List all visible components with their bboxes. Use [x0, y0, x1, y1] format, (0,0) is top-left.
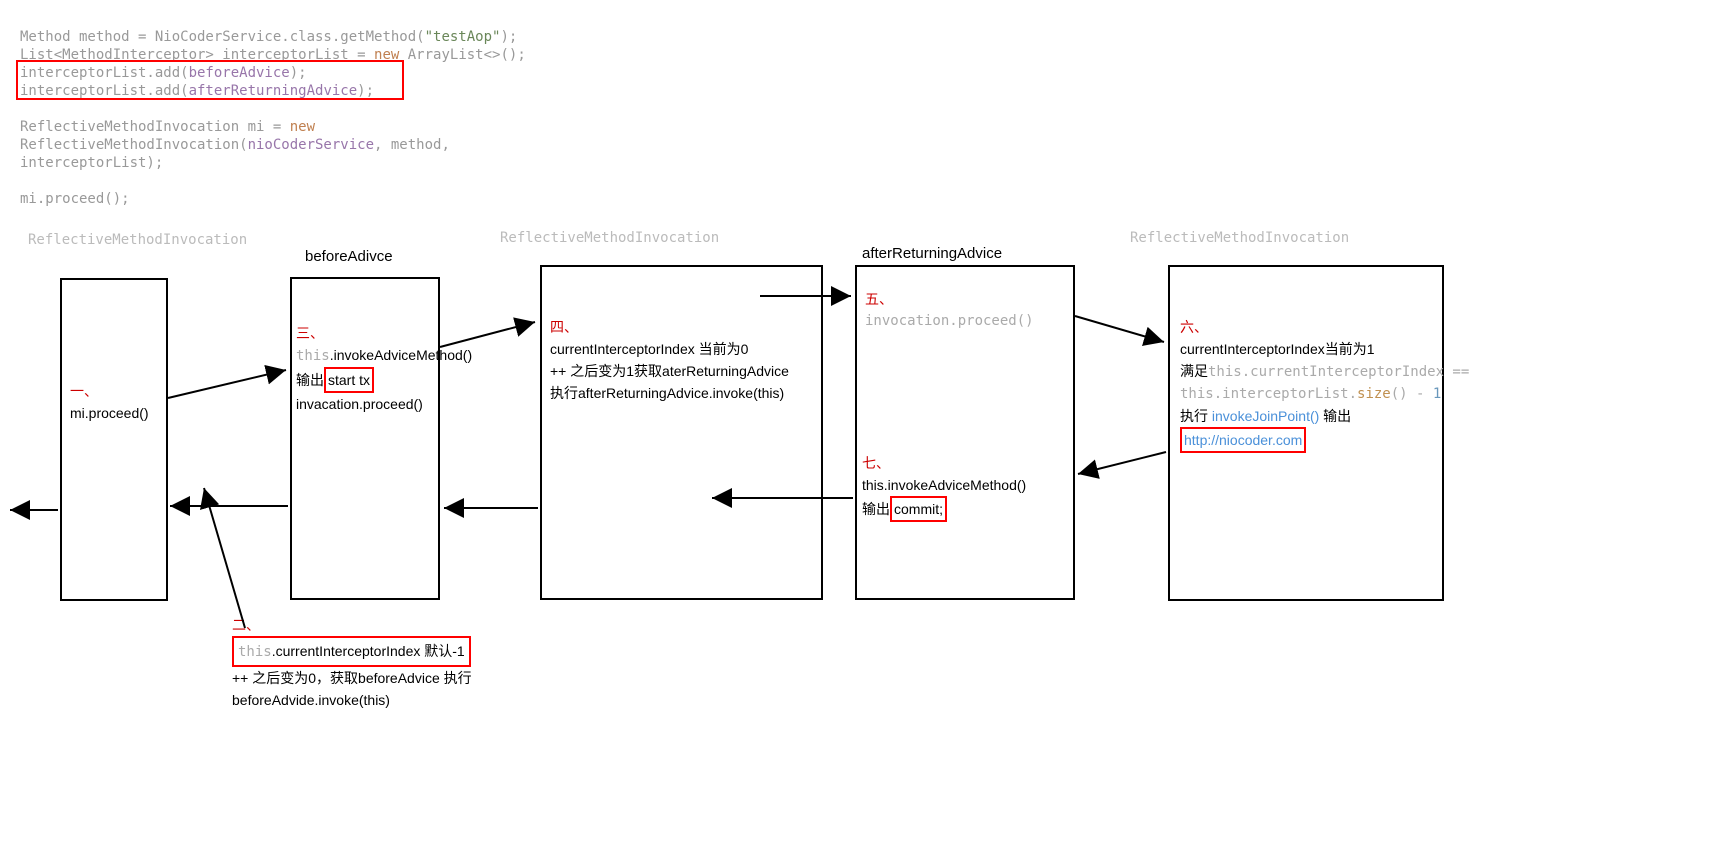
lane-title-1: ReflectiveMethodInvocation: [28, 232, 247, 248]
lane-title-5: ReflectiveMethodInvocation: [1130, 230, 1349, 246]
box3-content: 四、 currentInterceptorIndex 当前为0 ++ 之后变为1…: [550, 316, 830, 404]
box4-top-content: 五、 invocation.proceed(): [865, 288, 1075, 332]
box1-content: 一、 mi.proceed(): [70, 380, 149, 424]
lane-title-4: afterReturningAdvice: [862, 245, 1002, 262]
box2-content: 三、 this.invokeAdviceMethod() 输出start tx …: [296, 322, 516, 415]
lane-title-3: ReflectiveMethodInvocation: [500, 230, 719, 246]
box4-mid-content: 七、 this.invokeAdviceMethod() 输出commit;: [862, 452, 1072, 522]
box5-content: 六、 currentInterceptorIndex当前为1 满足this.cu…: [1180, 316, 1470, 453]
code-snippet: Method method = NioCoderService.class.ge…: [20, 28, 526, 208]
highlight-interceptor-add: [16, 60, 404, 100]
box2-below-content: 二、 this.currentInterceptorIndex 默认-1 ++ …: [232, 614, 552, 711]
lane-title-2: beforeAdivce: [305, 248, 393, 265]
box-step1: [60, 278, 168, 601]
